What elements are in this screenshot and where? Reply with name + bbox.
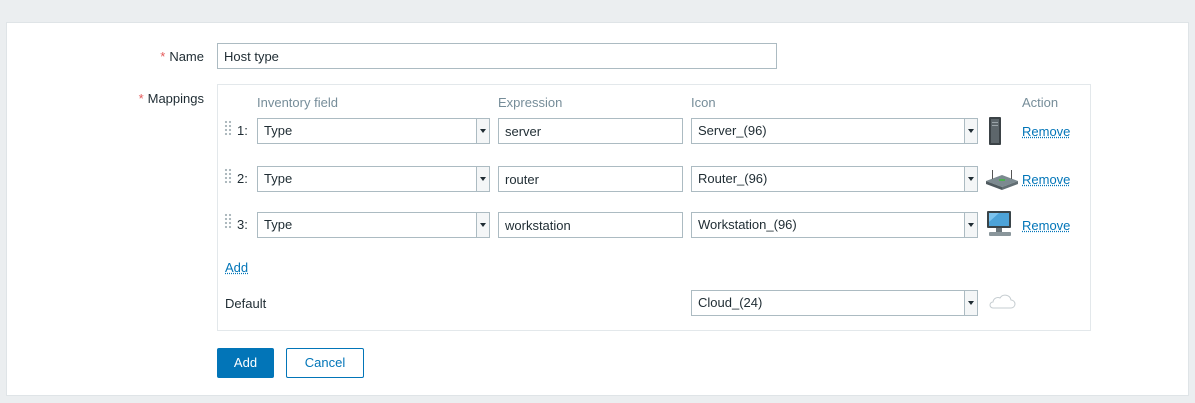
name-label-text: Name: [169, 49, 204, 64]
default-icon-value: Cloud_(24): [698, 295, 763, 310]
mappings-table: Inventory field Expression Icon Action 1…: [217, 84, 1091, 331]
workstation-icon: [987, 211, 1011, 236]
router-icon: [986, 170, 1018, 190]
chevron-down-icon: [476, 213, 489, 237]
required-mark: *: [160, 49, 166, 64]
icon-select[interactable]: Workstation_(96): [691, 212, 978, 238]
remove-link[interactable]: Remove: [1022, 218, 1070, 233]
inventory-field-value: Type: [264, 123, 293, 138]
server-icon: [989, 117, 1001, 145]
chevron-down-icon: [964, 213, 977, 237]
expression-input[interactable]: [498, 118, 683, 144]
icon-select-value: Server_(96): [698, 123, 767, 138]
inventory-field-select[interactable]: Type: [257, 212, 490, 238]
drag-handle[interactable]: [224, 213, 232, 229]
drag-handle[interactable]: [224, 168, 232, 184]
cancel-button[interactable]: Cancel: [286, 348, 364, 378]
row-number: 3:: [237, 217, 248, 232]
default-label: Default: [225, 296, 267, 311]
row-number: 2:: [237, 171, 248, 186]
form-panel: *Name *Mappings Inventory field Expressi…: [6, 22, 1189, 396]
chevron-down-icon: [964, 119, 977, 143]
cloud-icon: [989, 294, 1016, 309]
add-mapping-link[interactable]: Add: [225, 260, 248, 275]
required-mark: *: [138, 91, 144, 106]
icon-select[interactable]: Router_(96): [691, 166, 978, 192]
header-action: Action: [1022, 95, 1059, 110]
mappings-label-text: Mappings: [147, 91, 204, 106]
chevron-down-icon: [964, 167, 977, 191]
inventory-field-select[interactable]: Type: [257, 118, 490, 144]
expression-input[interactable]: [498, 212, 683, 238]
drag-handle[interactable]: [224, 120, 232, 136]
icon-select-value: Workstation_(96): [698, 217, 797, 232]
header-expression: Expression: [498, 95, 563, 110]
name-input[interactable]: [217, 43, 777, 69]
inventory-field-value: Type: [264, 171, 293, 186]
header-inventory-field: Inventory field: [257, 95, 338, 110]
remove-link[interactable]: Remove: [1022, 124, 1070, 139]
expression-input[interactable]: [498, 166, 683, 192]
inventory-field-value: Type: [264, 217, 293, 232]
inventory-field-select[interactable]: Type: [257, 166, 490, 192]
icon-select[interactable]: Server_(96): [691, 118, 978, 144]
mappings-label: * Mappings: [7, 91, 204, 106]
row-number: 1:: [237, 123, 248, 138]
icon-select-value: Router_(96): [698, 171, 768, 186]
chevron-down-icon: [476, 119, 489, 143]
chevron-down-icon: [964, 291, 977, 315]
default-icon-select[interactable]: Cloud_(24): [691, 290, 978, 316]
add-button[interactable]: Add: [217, 348, 274, 378]
header-icon: Icon: [691, 95, 716, 110]
name-label: * Name: [7, 49, 204, 64]
chevron-down-icon: [476, 167, 489, 191]
remove-link[interactable]: Remove: [1022, 172, 1070, 187]
